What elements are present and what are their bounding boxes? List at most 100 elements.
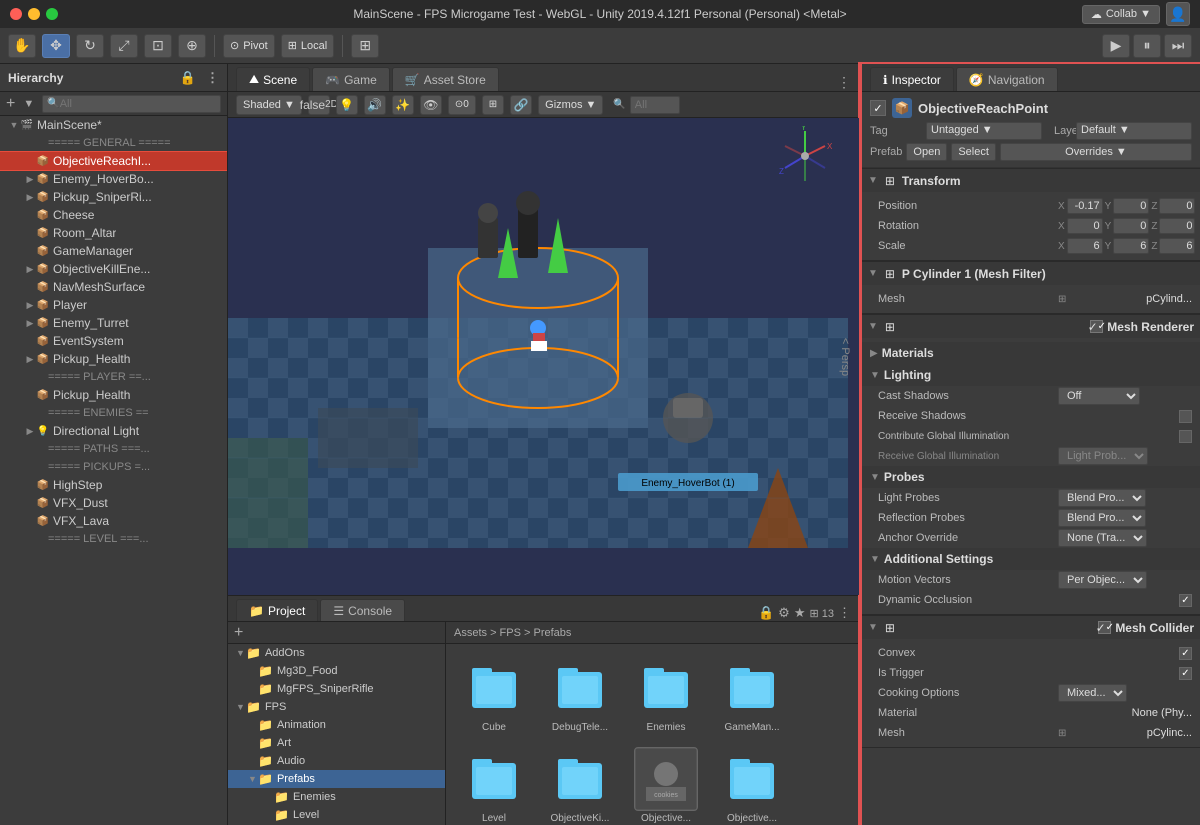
menu-icon[interactable]: ⋮ xyxy=(838,605,851,621)
asset-item-debugtele[interactable]: DebugTele... xyxy=(540,652,620,737)
folder-item-fps[interactable]: ▼ 📁 FPS xyxy=(228,698,445,716)
dynamic-occlusion-checkbox[interactable]: ✓ xyxy=(1179,594,1192,607)
meshrenderer-header[interactable]: ▼ ⊞ ✓ Mesh Renderer xyxy=(862,314,1200,338)
additional-settings-subsection-header[interactable]: ▼ Additional Settings xyxy=(862,548,1200,570)
add-hierarchy-button[interactable]: + xyxy=(6,95,15,113)
probes-subsection-header[interactable]: ▼ Probes xyxy=(862,466,1200,488)
folder-item-level[interactable]: 📁 Level xyxy=(228,806,445,824)
asset-item-cube[interactable]: Cube xyxy=(454,652,534,737)
viewport-menu[interactable]: ⋮ xyxy=(837,74,851,91)
tree-item-objectivereachpoint[interactable]: 📦 ObjectiveReachI... xyxy=(0,152,227,170)
tab-console[interactable]: ☰ Console xyxy=(320,599,405,621)
anchor-override-dropdown[interactable]: None (Tra... xyxy=(1058,529,1147,547)
meshfilter-header[interactable]: ▼ ⊞ P Cylinder 1 (Mesh Filter) xyxy=(862,261,1200,285)
tab-scene[interactable]: ⛰ Scene xyxy=(236,67,310,91)
pause-button[interactable]: ⏸ xyxy=(1133,34,1161,58)
reflection-probes-dropdown[interactable]: Blend Pro... xyxy=(1058,509,1146,527)
tree-item-pickup-health-2[interactable]: 📦 Pickup_Health xyxy=(0,386,227,404)
transform-header[interactable]: ▼ ⊞ Transform xyxy=(862,168,1200,192)
add-folder-button[interactable]: + xyxy=(234,624,243,642)
meshrenderer-toggle[interactable]: ✓ xyxy=(1090,320,1103,333)
cooking-options-dropdown[interactable]: Mixed... xyxy=(1058,684,1127,702)
tree-item-enemy-turret[interactable]: ▶ 📦 Enemy_Turret xyxy=(0,314,227,332)
tab-inspector[interactable]: ℹ Inspector xyxy=(870,67,954,91)
rotation-z-input[interactable] xyxy=(1159,218,1195,234)
scale-x-input[interactable] xyxy=(1067,238,1103,254)
asset-item-objective2[interactable]: Objective... xyxy=(712,743,792,825)
folder-item-art[interactable]: 📁 Art xyxy=(228,734,445,752)
meshcollider-header[interactable]: ▼ ⊞ ✓ Mesh Collider xyxy=(862,615,1200,639)
prefab-open-button[interactable]: Open xyxy=(906,143,947,161)
account-button[interactable]: 👤 xyxy=(1166,2,1190,26)
rotate-tool[interactable]: ↻ xyxy=(76,34,104,58)
settings-icon[interactable]: ⚙ xyxy=(778,605,790,621)
meshcollider-toggle[interactable]: ✓ xyxy=(1098,621,1111,634)
tree-item-pickup-sniper[interactable]: ▶ 📦 Pickup_SniperRi... xyxy=(0,188,227,206)
scale-tool[interactable]: ⤢ xyxy=(110,34,138,58)
fx-btn[interactable]: ✨ xyxy=(392,95,414,115)
tree-item-directional-light[interactable]: ▶ 💡 Directional Light xyxy=(0,422,227,440)
rotation-x-input[interactable] xyxy=(1067,218,1103,234)
pivot-dropdown[interactable]: ⊙ Pivot xyxy=(223,34,275,58)
tree-item-vfx-dust[interactable]: 📦 VFX_Dust xyxy=(0,494,227,512)
tag-dropdown[interactable]: Untagged ▼ xyxy=(926,122,1042,140)
lighting-btn[interactable]: 💡 xyxy=(336,95,358,115)
tree-item-player[interactable]: ▶ 📦 Player xyxy=(0,296,227,314)
tree-item-room-altar[interactable]: 📦 Room_Altar xyxy=(0,224,227,242)
local-dropdown[interactable]: ⊞ Local xyxy=(281,34,335,58)
tab-asset-store[interactable]: 🛒 Asset Store xyxy=(392,67,499,91)
tree-item-mainscene[interactable]: ▼ 🎬 MainScene* xyxy=(0,116,227,134)
lock-icon[interactable]: 🔒 xyxy=(758,605,774,621)
folder-item-prefabs[interactable]: ▼ 📁 Prefabs xyxy=(228,770,445,788)
star-icon[interactable]: ★ xyxy=(794,605,806,621)
object-active-toggle[interactable]: ✓ xyxy=(870,100,886,116)
audio-btn[interactable]: 🔊 xyxy=(364,95,386,115)
hierarchy-search[interactable]: 🔍 xyxy=(42,95,221,113)
contribute-gi-checkbox[interactable] xyxy=(1179,430,1192,443)
position-z-input[interactable] xyxy=(1159,198,1195,214)
hand-tool[interactable]: ✋ xyxy=(8,34,36,58)
asset-item-level[interactable]: Level xyxy=(454,743,534,825)
snap-btn[interactable]: 🔗 xyxy=(510,95,532,115)
materials-subsection-header[interactable]: ▶ Materials xyxy=(862,342,1200,364)
scene-count-dropdown[interactable]: ⊙0 xyxy=(448,95,476,115)
is-trigger-checkbox[interactable]: ✓ xyxy=(1179,667,1192,680)
position-x-input[interactable] xyxy=(1067,198,1103,214)
cast-shadows-dropdown[interactable]: Off On Two Sided xyxy=(1058,387,1140,405)
asset-item-enemies[interactable]: Enemies xyxy=(626,652,706,737)
asset-item-gameman[interactable]: GameMan... xyxy=(712,652,792,737)
tree-item-highstep[interactable]: 📦 HighStep xyxy=(0,476,227,494)
hierarchy-search-input[interactable] xyxy=(60,98,216,110)
transform-tool[interactable]: ⊕ xyxy=(178,34,206,58)
folder-item-audio[interactable]: 📁 Audio xyxy=(228,752,445,770)
scale-y-input[interactable] xyxy=(1113,238,1149,254)
hierarchy-menu-icon[interactable]: ⋮ xyxy=(206,70,219,86)
tab-navigation[interactable]: 🧭 Navigation xyxy=(956,67,1058,91)
prefab-select-button[interactable]: Select xyxy=(951,143,996,161)
asset-item-objectiveki[interactable]: ObjectiveKi... xyxy=(540,743,620,825)
rect-tool[interactable]: ⊡ xyxy=(144,34,172,58)
maximize-button[interactable] xyxy=(46,8,58,20)
folder-item-enemies[interactable]: 📁 Enemies xyxy=(228,788,445,806)
viewport-search[interactable] xyxy=(630,96,680,114)
play-button[interactable]: ▶ xyxy=(1102,34,1130,58)
prefab-overrides-button[interactable]: Overrides ▼ xyxy=(1000,143,1192,161)
2d-toggle[interactable]: false 2D xyxy=(308,95,330,115)
folder-item-addons[interactable]: ▼ 📁 AddOns xyxy=(228,644,445,662)
grid-tool[interactable]: ⊞ xyxy=(351,34,379,58)
scene-view[interactable]: Enemy_HoverBot (1) xyxy=(228,118,859,595)
tree-item-enemy-hoverbot[interactable]: ▶ 📦 Enemy_HoverBo... xyxy=(0,170,227,188)
receive-shadows-checkbox[interactable] xyxy=(1179,410,1192,423)
folder-item-animation[interactable]: 📁 Animation xyxy=(228,716,445,734)
collab-button[interactable]: ☁ Collab ▼ xyxy=(1082,5,1160,24)
scene-visibility-btn[interactable]: 👁 xyxy=(420,95,442,115)
gizmos-dropdown[interactable]: Gizmos ▼ xyxy=(538,95,603,115)
tab-game[interactable]: 🎮 Game xyxy=(312,67,390,91)
lock-icon[interactable]: 🔒 xyxy=(180,70,196,86)
tree-item-pickup-health-1[interactable]: ▶ 📦 Pickup_Health xyxy=(0,350,227,368)
tree-item-vfx-lava[interactable]: 📦 VFX_Lava xyxy=(0,512,227,530)
folder-item-mgfps[interactable]: 📁 MgFPS_SniperRifle xyxy=(228,680,445,698)
convex-checkbox[interactable]: ✓ xyxy=(1179,647,1192,660)
folder-item-mg3dfood[interactable]: 📁 Mg3D_Food xyxy=(228,662,445,680)
minimize-button[interactable] xyxy=(28,8,40,20)
